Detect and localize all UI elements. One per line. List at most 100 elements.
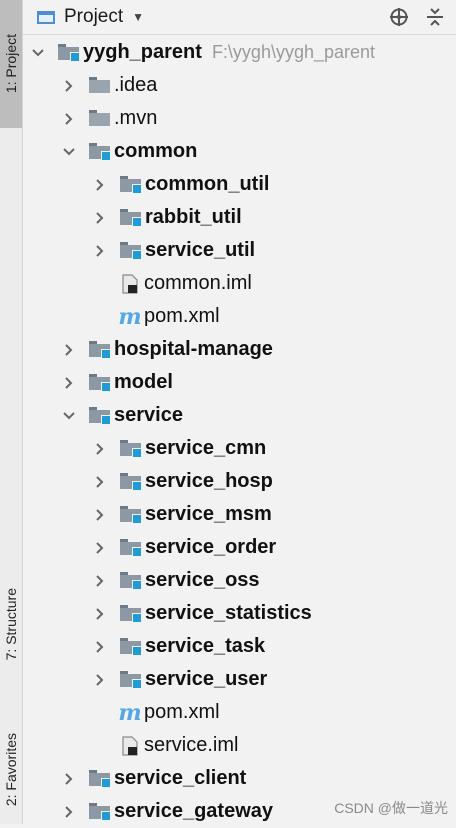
module-folder-icon	[120, 242, 142, 260]
tree-item-label: service	[114, 404, 183, 426]
tree-item-label: common	[114, 140, 198, 162]
arrow-spacer	[94, 311, 106, 323]
project-tool-tab[interactable]: 1: Project	[0, 0, 22, 128]
arrow-spacer	[94, 278, 106, 290]
tree-row[interactable]: .idea	[23, 69, 456, 102]
tree-row[interactable]: common	[23, 135, 456, 168]
tree-row[interactable]: service_util	[23, 234, 456, 267]
tree-row[interactable]: service_task	[23, 630, 456, 663]
module-folder-icon	[120, 605, 142, 623]
module-folder-icon	[89, 407, 111, 425]
tree-row[interactable]: service	[23, 399, 456, 432]
expand-arrow-down-icon[interactable]	[63, 146, 75, 158]
crosshair-icon[interactable]	[388, 6, 410, 28]
module-folder-icon	[89, 341, 111, 359]
module-folder-icon	[120, 638, 142, 656]
expand-arrow-right-icon[interactable]	[94, 442, 106, 455]
tree-item-label: rabbit_util	[145, 206, 242, 228]
module-folder-icon	[89, 374, 111, 392]
project-view-selector[interactable]: Project	[64, 6, 123, 28]
module-folder-icon	[120, 671, 142, 689]
iml-file-icon	[120, 273, 140, 295]
tree-row[interactable]: .mvn	[23, 102, 456, 135]
expand-arrow-right-icon[interactable]	[63, 805, 75, 818]
tree-item-label: model	[114, 371, 173, 393]
module-folder-icon	[89, 803, 111, 821]
expand-arrow-down-icon[interactable]	[32, 47, 44, 59]
tree-row[interactable]: service_cmn	[23, 432, 456, 465]
expand-arrow-right-icon[interactable]	[94, 211, 106, 224]
tree-row[interactable]: model	[23, 366, 456, 399]
tree-row[interactable]: service_order	[23, 531, 456, 564]
arrow-spacer	[94, 707, 106, 719]
module-folder-icon	[120, 572, 142, 590]
tree-item-label: common.iml	[144, 272, 252, 294]
expand-arrow-right-icon[interactable]	[94, 673, 106, 686]
expand-arrow-right-icon[interactable]	[94, 178, 106, 191]
expand-arrow-right-icon[interactable]	[94, 640, 106, 653]
tool-window-strip: 1: Project 7: Structure 2: Favorites	[0, 0, 23, 824]
expand-arrow-right-icon[interactable]	[63, 343, 75, 356]
module-folder-icon	[120, 473, 142, 491]
tree-row[interactable]: service.iml	[23, 729, 456, 762]
project-panel-header: Project ▼	[23, 0, 456, 35]
iml-file-icon	[120, 735, 140, 757]
tree-item-label: service.iml	[144, 734, 239, 756]
tree-item-label: service_order	[145, 536, 277, 558]
favorites-tool-tab-label: 2: Favorites	[3, 732, 19, 807]
collapse-all-icon[interactable]	[424, 6, 446, 28]
tree-row[interactable]: service_hosp	[23, 465, 456, 498]
tree-item-label: service_util	[145, 239, 256, 261]
expand-arrow-down-icon[interactable]	[63, 410, 75, 422]
tree-item-label: service_user	[145, 668, 268, 690]
expand-arrow-right-icon[interactable]	[94, 574, 106, 587]
folder-icon	[89, 77, 110, 94]
tree-item-label: service_hosp	[145, 470, 273, 492]
favorites-tool-tab[interactable]: 2: Favorites	[0, 715, 22, 824]
module-folder-icon	[58, 44, 80, 62]
folder-icon	[89, 110, 110, 127]
tree-row[interactable]: service_client	[23, 762, 456, 795]
project-window-icon	[37, 10, 55, 24]
tree-item-label: common_util	[145, 173, 270, 195]
expand-arrow-right-icon[interactable]	[63, 772, 75, 785]
tree-item-label: service_statistics	[145, 602, 312, 624]
module-folder-icon	[120, 440, 142, 458]
module-folder-icon	[120, 176, 142, 194]
caret-down-icon[interactable]: ▼	[132, 10, 144, 24]
tree-row[interactable]: m pom.xml	[23, 696, 456, 729]
expand-arrow-right-icon[interactable]	[94, 607, 106, 620]
module-folder-icon	[89, 143, 111, 161]
expand-arrow-right-icon[interactable]	[94, 541, 106, 554]
tree-row[interactable]: service_oss	[23, 564, 456, 597]
module-folder-icon	[120, 506, 142, 524]
expand-arrow-right-icon[interactable]	[63, 112, 75, 125]
module-folder-icon	[120, 539, 142, 557]
tree-item-label: .idea	[114, 74, 158, 96]
maven-file-icon: m	[118, 303, 142, 330]
tree-row[interactable]: common.iml	[23, 267, 456, 300]
expand-arrow-right-icon[interactable]	[94, 508, 106, 521]
tree-item-label: pom.xml	[144, 701, 220, 723]
expand-arrow-right-icon[interactable]	[94, 244, 106, 257]
tree-row[interactable]: service_statistics	[23, 597, 456, 630]
expand-arrow-right-icon[interactable]	[94, 475, 106, 488]
tree-item-label: service_cmn	[145, 437, 267, 459]
arrow-spacer	[94, 740, 106, 752]
structure-tool-tab[interactable]: 7: Structure	[0, 560, 22, 688]
tree-row[interactable]: m pom.xml	[23, 300, 456, 333]
project-tool-tab-label: 1: Project	[3, 34, 19, 94]
tree-row[interactable]: service_user	[23, 663, 456, 696]
tree-row[interactable]: hospital-manage	[23, 333, 456, 366]
tree-item-label: .mvn	[114, 107, 158, 129]
tree-row[interactable]: yygh_parent F:\yygh\yygh_parent	[23, 36, 456, 69]
tree-item-label: hospital-manage	[114, 338, 273, 360]
tree-row[interactable]: rabbit_util	[23, 201, 456, 234]
tree-row[interactable]: service_msm	[23, 498, 456, 531]
expand-arrow-right-icon[interactable]	[63, 376, 75, 389]
tree-row[interactable]: common_util	[23, 168, 456, 201]
maven-file-icon: m	[118, 699, 142, 726]
module-folder-icon	[120, 209, 142, 227]
tree-item-label: service_task	[145, 635, 266, 657]
expand-arrow-right-icon[interactable]	[63, 79, 75, 92]
